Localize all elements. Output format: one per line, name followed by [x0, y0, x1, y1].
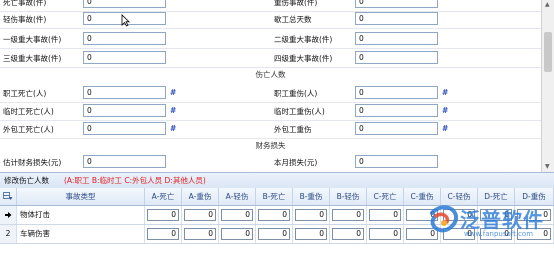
cell: 0 [293, 206, 330, 224]
temp-worker-death-input[interactable]: 0 [83, 104, 166, 117]
serious-injury-accidents-input[interactable]: 0 [355, 0, 438, 8]
level1-major-input[interactable]: 0 [83, 32, 166, 45]
a-minor-input[interactable]: 0 [221, 228, 253, 240]
cell: 0 [219, 206, 256, 224]
level4-major-input[interactable]: 0 [355, 51, 438, 64]
field-label: 二级重大事故(件) [274, 35, 333, 44]
outsourced-death-input[interactable]: 0 [83, 122, 166, 135]
b-minor-input[interactable]: 0 [332, 209, 364, 221]
grid-settings-icon[interactable] [0, 188, 17, 205]
col-header-b-minor[interactable]: B-轻伤 [330, 188, 367, 205]
hash-marker: # [170, 106, 177, 115]
col-header-c-death[interactable]: C-死亡 [367, 188, 404, 205]
form-row: 轻伤事故(件) 0 歇工总天数 0 [0, 11, 541, 29]
cell: 0 [145, 206, 182, 224]
a-minor-input[interactable]: 0 [221, 209, 253, 221]
cell: 0 [256, 225, 293, 243]
field-label: 职工死亡(人) [3, 89, 47, 98]
current-row-arrow-icon [0, 206, 17, 224]
hash-marker: # [442, 88, 449, 97]
form-row: 估计财务损失(元) 0 本月损失(元) 0 [0, 154, 541, 171]
accident-type-cell[interactable]: 物体打击 [17, 206, 145, 224]
c-death-input[interactable]: 0 [369, 228, 401, 240]
field-label: 三级重大事故(件) [3, 54, 62, 63]
form-row: 外包工死亡(人) 0 # 外包工重伤 0 # [0, 121, 541, 139]
staff-death-input[interactable]: 0 [83, 86, 166, 99]
cell: 0 [182, 206, 219, 224]
estimated-loss-input[interactable]: 0 [83, 155, 166, 168]
form-row: 临时工死亡(人) 0 # 临时工重伤(人) 0 # [0, 103, 541, 121]
cell: 0 [256, 206, 293, 224]
field-label: 职工重伤(人) [274, 89, 318, 98]
section-loss-title: 财务损失 [255, 141, 286, 150]
col-header-a-minor[interactable]: A-轻伤 [219, 188, 256, 205]
death-accidents-input[interactable]: 0 [83, 0, 166, 8]
a-serious-input[interactable]: 0 [184, 209, 216, 221]
field-label: 临时工重伤(人) [274, 107, 325, 116]
cell: 0 [330, 206, 367, 224]
scroll-down-icon[interactable]: ▼ [545, 163, 550, 170]
field-label: 估计财务损失(元) [3, 158, 62, 167]
cell: 0 [367, 206, 404, 224]
field-label: 本月损失(元) [274, 158, 318, 167]
scroll-up-icon[interactable]: ▲ [545, 1, 550, 8]
hash-marker: # [442, 124, 449, 133]
field-label: 重伤事故(件) [274, 0, 318, 7]
cell: 0 [182, 225, 219, 243]
a-death-input[interactable]: 0 [147, 209, 179, 221]
accident-form: 死亡事故(件) 0 重伤事故(件) 0 轻伤事故(件) 0 歇工总天数 0 一级… [0, 0, 541, 172]
field-label: 四级重大事故(件) [274, 54, 333, 63]
outsourced-serious-injury-input[interactable]: 0 [355, 122, 438, 135]
cell: 0 [330, 225, 367, 243]
field-label: 外包工重伤 [274, 125, 312, 134]
hash-marker: # [170, 124, 177, 133]
col-header-type[interactable]: 事故类型 [17, 188, 145, 205]
cell: 0 [145, 225, 182, 243]
cell: 0 [367, 225, 404, 243]
field-label: 外包工死亡(人) [3, 125, 54, 134]
b-minor-input[interactable]: 0 [332, 228, 364, 240]
b-death-input[interactable]: 0 [258, 228, 290, 240]
field-label: 临时工死亡(人) [3, 107, 54, 116]
level2-major-input[interactable]: 0 [355, 32, 438, 45]
c-death-input[interactable]: 0 [369, 209, 401, 221]
watermark-logo: 泛普软件 www.fanpusoft.com [418, 200, 554, 251]
a-serious-input[interactable]: 0 [184, 228, 216, 240]
cell: 0 [219, 225, 256, 243]
watermark-url: www.fanpusoft.com [464, 230, 534, 238]
field-label: 轻伤事故(件) [3, 15, 47, 24]
cell: 0 [293, 225, 330, 243]
b-serious-input[interactable]: 0 [295, 209, 327, 221]
mouse-cursor-icon [121, 14, 130, 29]
grid-title: 修改伤亡人数 [4, 176, 49, 185]
total-rest-days-input[interactable]: 0 [355, 12, 438, 25]
section-casualty-title: 伤亡人数 [255, 70, 286, 79]
form-row: 三级重大事故(件) 0 四级重大事故(件) 0 [0, 50, 541, 68]
b-death-input[interactable]: 0 [258, 209, 290, 221]
row-index: 2 [0, 225, 17, 243]
accident-type-cell[interactable]: 车辆伤害 [17, 225, 145, 243]
form-row: 一级重大事故(件) 0 二级重大事故(件) 0 [0, 31, 541, 49]
col-header-a-serious[interactable]: A-重伤 [182, 188, 219, 205]
hash-marker: # [170, 88, 177, 97]
field-label: 死亡事故(件) [3, 0, 47, 7]
form-row: 职工死亡(人) 0 # 职工重伤(人) 0 # [0, 85, 541, 103]
hash-marker: # [442, 106, 449, 115]
scrollbar-thumb[interactable] [544, 32, 552, 72]
col-header-a-death[interactable]: A-死亡 [145, 188, 182, 205]
col-header-b-serious[interactable]: B-重伤 [293, 188, 330, 205]
grid-legend: (A:职工 B:临时工 C:外包人员 D:其他人员) [64, 176, 206, 185]
watermark-brand: 泛普软件 [460, 208, 544, 232]
form-scrollbar[interactable]: ▲ ▼ [541, 0, 554, 172]
field-label: 歇工总天数 [274, 15, 312, 24]
monthly-loss-input[interactable]: 0 [355, 155, 438, 168]
temp-worker-serious-injury-input[interactable]: 0 [355, 104, 438, 117]
field-label: 一级重大事故(件) [3, 35, 62, 44]
b-serious-input[interactable]: 0 [295, 228, 327, 240]
a-death-input[interactable]: 0 [147, 228, 179, 240]
level3-major-input[interactable]: 0 [83, 51, 166, 64]
grid-title-bar: 修改伤亡人数 (A:职工 B:临时工 C:外包人员 D:其他人员) [0, 172, 554, 189]
col-header-b-death[interactable]: B-死亡 [256, 188, 293, 205]
staff-serious-injury-input[interactable]: 0 [355, 86, 438, 99]
